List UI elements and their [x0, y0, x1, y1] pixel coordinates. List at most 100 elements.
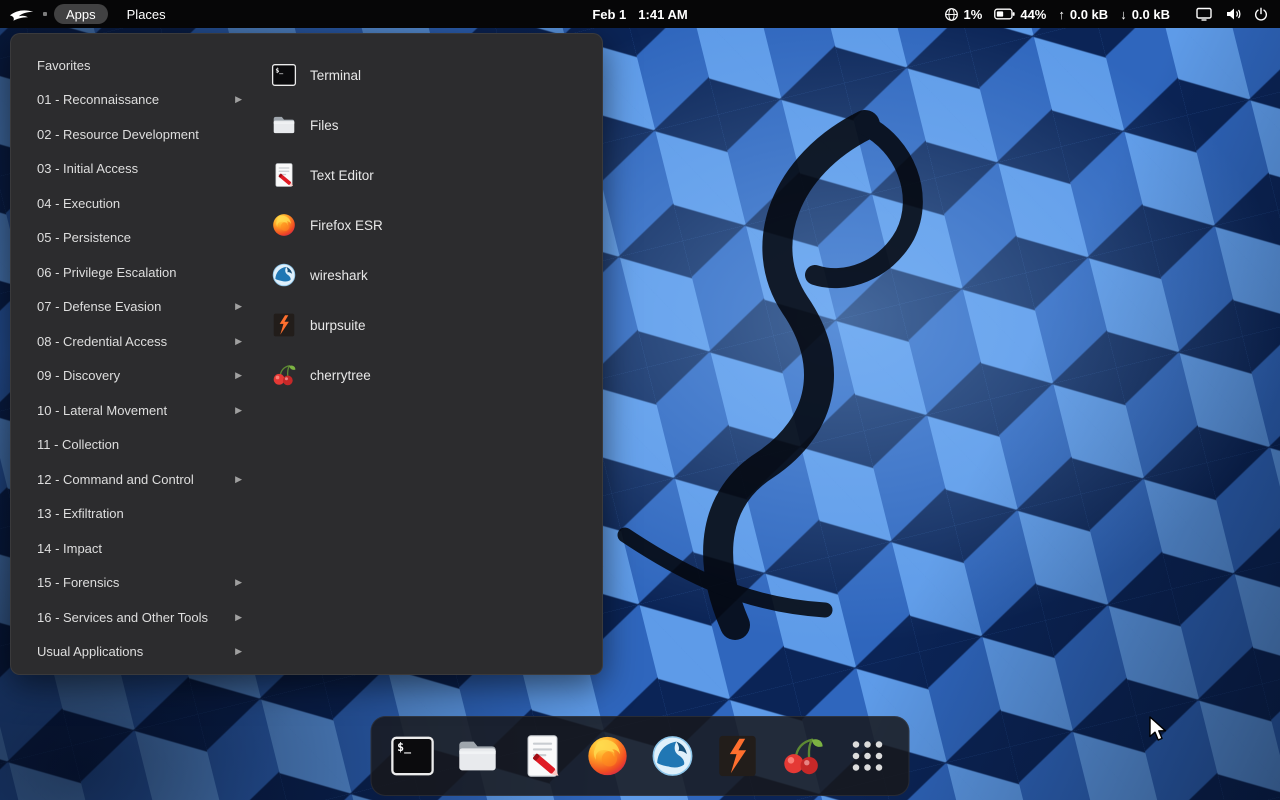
category-item[interactable]: Favorites — [11, 48, 259, 83]
dock-item-firefox[interactable] — [585, 733, 631, 779]
category-label: 16 - Services and Other Tools — [37, 610, 235, 625]
category-item[interactable]: 15 - Forensics ▶ — [11, 566, 259, 601]
app-label: burpsuite — [310, 318, 366, 333]
category-item[interactable]: 12 - Command and Control ▶ — [11, 462, 259, 497]
category-item[interactable]: 14 - Impact — [11, 531, 259, 566]
usage-value: 1% — [964, 7, 983, 22]
category-item[interactable]: 16 - Services and Other Tools ▶ — [11, 600, 259, 635]
texteditor-icon — [271, 162, 297, 188]
submenu-arrow-icon: ▶ — [235, 301, 242, 312]
dock-item-wireshark[interactable] — [650, 733, 696, 779]
download-indicator[interactable]: ↓ 0.0 kB — [1120, 7, 1170, 22]
category-item[interactable]: 05 - Persistence — [11, 221, 259, 256]
category-label: 06 - Privilege Escalation — [37, 265, 242, 280]
cherrytree-icon — [780, 733, 826, 779]
category-label: 02 - Resource Development — [37, 127, 242, 142]
category-item[interactable]: 02 - Resource Development — [11, 117, 259, 152]
texteditor-icon — [520, 733, 566, 779]
battery-icon — [994, 8, 1015, 20]
top-bar: Apps Places Feb 1 1:41 AM 1% — [0, 0, 1280, 28]
category-item[interactable]: 03 - Initial Access — [11, 152, 259, 187]
terminal-icon — [390, 733, 436, 779]
wireshark-icon — [271, 262, 297, 288]
dock-item-cherrytree[interactable] — [780, 733, 826, 779]
power-icon[interactable] — [1254, 7, 1268, 21]
category-item[interactable]: 06 - Privilege Escalation — [11, 255, 259, 290]
category-item[interactable]: 09 - Discovery ▶ — [11, 359, 259, 394]
category-item[interactable]: 07 - Defense Evasion ▶ — [11, 290, 259, 325]
system-tray: 1% 44% ↑ 0.0 kB ↓ 0.0 kB — [944, 7, 1280, 22]
top-bar-left: Apps Places — [0, 4, 178, 24]
applications-menu: Favorites 01 - Reconnaissance ▶ 02 - Res… — [10, 33, 603, 675]
logo-dot — [43, 12, 47, 16]
app-label: Firefox ESR — [310, 218, 383, 233]
upload-value: 0.0 kB — [1070, 7, 1108, 22]
category-item[interactable]: Usual Applications ▶ — [11, 635, 259, 670]
app-item-terminal[interactable]: Terminal — [269, 50, 602, 100]
battery-indicator[interactable]: 44% — [994, 7, 1046, 22]
cherrytree-icon — [271, 362, 297, 388]
category-label: 05 - Persistence — [37, 230, 242, 245]
submenu-arrow-icon: ▶ — [235, 612, 242, 623]
category-label: 08 - Credential Access — [37, 334, 235, 349]
dock-item-files[interactable] — [455, 733, 501, 779]
category-label: Usual Applications — [37, 644, 235, 659]
clock[interactable]: Feb 1 1:41 AM — [592, 7, 687, 22]
category-label: 07 - Defense Evasion — [37, 299, 235, 314]
app-label: cherrytree — [310, 368, 371, 383]
app-item-texteditor[interactable]: Text Editor — [269, 150, 602, 200]
globe-icon — [944, 7, 959, 22]
app-item-firefox[interactable]: Firefox ESR — [269, 200, 602, 250]
category-label: Favorites — [37, 58, 242, 73]
category-label: 09 - Discovery — [37, 368, 235, 383]
download-value: 0.0 kB — [1132, 7, 1170, 22]
battery-value: 44% — [1020, 7, 1046, 22]
app-item-files[interactable]: Files — [269, 100, 602, 150]
submenu-arrow-icon: ▶ — [235, 646, 242, 657]
app-item-burpsuite[interactable]: burpsuite — [269, 300, 602, 350]
app-label: Files — [310, 118, 339, 133]
files-icon — [271, 112, 297, 138]
submenu-arrow-icon: ▶ — [235, 370, 242, 381]
category-item[interactable]: 04 - Execution — [11, 186, 259, 221]
kali-logo-icon[interactable] — [9, 7, 36, 22]
category-label: 11 - Collection — [37, 437, 242, 452]
app-label: Text Editor — [310, 168, 374, 183]
application-list: Terminal Files Text Editor Firefox ESR — [259, 42, 602, 666]
clock-time: 1:41 AM — [638, 7, 687, 22]
submenu-arrow-icon: ▶ — [235, 405, 242, 416]
upload-indicator[interactable]: ↑ 0.0 kB — [1058, 7, 1108, 22]
submenu-arrow-icon: ▶ — [235, 336, 242, 347]
category-label: 12 - Command and Control — [37, 472, 235, 487]
dock-item-terminal[interactable] — [390, 733, 436, 779]
dock-item-burpsuite[interactable] — [715, 733, 761, 779]
usage-indicator[interactable]: 1% — [944, 7, 983, 22]
app-item-cherrytree[interactable]: cherrytree — [269, 350, 602, 400]
category-item[interactable]: 01 - Reconnaissance ▶ — [11, 83, 259, 118]
category-item[interactable]: 13 - Exfiltration — [11, 497, 259, 532]
app-label: wireshark — [310, 268, 368, 283]
category-label: 01 - Reconnaissance — [37, 92, 235, 107]
firefox-icon — [271, 212, 297, 238]
volume-icon[interactable] — [1225, 7, 1241, 21]
dock-item-texteditor[interactable] — [520, 733, 566, 779]
display-icon[interactable] — [1196, 7, 1212, 21]
apps-menu-button[interactable]: Apps — [54, 4, 108, 24]
category-label: 14 - Impact — [37, 541, 242, 556]
files-icon — [455, 733, 501, 779]
category-label: 03 - Initial Access — [37, 161, 242, 176]
firefox-icon — [585, 733, 631, 779]
category-list: Favorites 01 - Reconnaissance ▶ 02 - Res… — [11, 42, 259, 666]
dock-item-grid[interactable] — [845, 733, 891, 779]
terminal-icon — [271, 62, 297, 88]
tray-status-icons — [1196, 7, 1268, 21]
category-item[interactable]: 11 - Collection — [11, 428, 259, 463]
dragon-silhouette — [565, 105, 995, 645]
wireshark-icon — [650, 733, 696, 779]
submenu-arrow-icon: ▶ — [235, 577, 242, 588]
places-menu-button[interactable]: Places — [115, 4, 178, 24]
category-item[interactable]: 10 - Lateral Movement ▶ — [11, 393, 259, 428]
app-item-wireshark[interactable]: wireshark — [269, 250, 602, 300]
upload-icon: ↑ — [1058, 7, 1065, 22]
category-item[interactable]: 08 - Credential Access ▶ — [11, 324, 259, 359]
